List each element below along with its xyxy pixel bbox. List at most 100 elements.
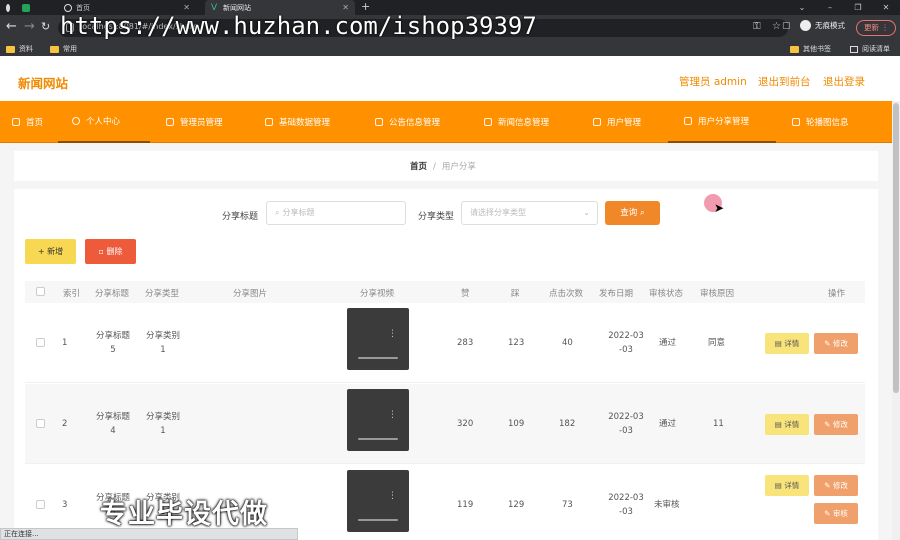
- cell-likes: 119: [457, 500, 474, 510]
- database-icon: [265, 118, 273, 126]
- col-image: 分享图片: [233, 289, 268, 299]
- folder-icon: [6, 45, 15, 53]
- admin-user-link[interactable]: 管理员 admin: [679, 74, 747, 89]
- window-close-icon[interactable]: ✕: [872, 0, 900, 15]
- reload-icon[interactable]: ↻: [41, 19, 50, 35]
- audit-button[interactable]: ✎ 审核: [814, 503, 858, 524]
- delete-button[interactable]: ▫ 删除: [85, 239, 136, 264]
- search-button[interactable]: 查询 ⌕: [605, 201, 660, 225]
- title-filter-label: 分享标题: [222, 212, 259, 222]
- main-nav: 首页 个人中心 管理员管理 基础数据管理 公告信息管理 新闻信息管理 用户管理 …: [0, 101, 892, 143]
- table-header: 索引 分享标题 分享类型 分享图片 分享视频 赞 踩 点击次数 发布日期 审核状…: [25, 281, 865, 303]
- star-icon[interactable]: ☆: [772, 21, 781, 32]
- detail-icon: ▤: [774, 339, 782, 348]
- more-icon[interactable]: ⋮: [388, 411, 397, 420]
- more-icon[interactable]: ⋮: [388, 492, 397, 501]
- close-icon[interactable]: ✕: [183, 3, 190, 12]
- forward-icon[interactable]: →: [24, 19, 35, 35]
- edit-button[interactable]: ✎ 修改: [814, 475, 858, 496]
- breadcrumb-separator: /: [433, 162, 436, 172]
- edit-button[interactable]: ✎ 修改: [814, 333, 858, 354]
- detail-button[interactable]: ▤ 详情: [765, 333, 809, 354]
- cell-index: 3: [62, 500, 68, 510]
- trash-icon: ▫: [98, 247, 104, 256]
- nav-item-user-shares[interactable]: 用户分享管理: [668, 101, 776, 143]
- pinned-tab[interactable]: [16, 0, 46, 15]
- more-icon[interactable]: ⋮: [388, 330, 397, 339]
- scrollbar-thumb[interactable]: [893, 103, 899, 393]
- incognito-label: 无痕模式: [815, 21, 845, 30]
- nav-item-users[interactable]: 用户管理: [593, 101, 641, 143]
- chevron-down-icon[interactable]: ⌄: [788, 0, 816, 15]
- bookmark-folder-ziliao[interactable]: 资料: [6, 44, 33, 54]
- detail-icon: ▤: [774, 420, 782, 429]
- maximize-icon[interactable]: ❐: [844, 0, 872, 15]
- cell-index: 2: [62, 419, 68, 429]
- share-list-panel: 分享标题 ⌕ 分享标题 分享类型 请选择分享类型 ⌄ 查询 ⌕ + 新增 ▫ 删除…: [14, 189, 878, 540]
- browser-menu-icon[interactable]: [0, 0, 14, 15]
- back-icon[interactable]: ←: [6, 19, 17, 35]
- nav-item-basedata[interactable]: 基础数据管理: [265, 101, 330, 143]
- nav-item-profile[interactable]: 个人中心: [58, 101, 150, 143]
- tab-title: 新闻网站: [223, 3, 251, 12]
- col-type: 分享类型: [145, 289, 180, 299]
- nav-label: 用户分享管理: [698, 117, 750, 127]
- add-button[interactable]: + 新增: [25, 239, 76, 264]
- audit-label: 审核: [832, 509, 848, 518]
- close-icon[interactable]: ✕: [342, 3, 349, 12]
- detail-label: 详情: [784, 481, 800, 490]
- bookmark-label: 资料: [19, 45, 33, 53]
- row-checkbox[interactable]: [36, 500, 45, 509]
- col-title: 分享标题: [95, 289, 130, 299]
- nav-item-home[interactable]: 首页: [12, 101, 43, 143]
- nav-item-admins[interactable]: 管理员管理: [166, 101, 223, 143]
- key-icon[interactable]: ⚿: [753, 21, 761, 32]
- bookmark-folder-other[interactable]: 其他书签: [790, 44, 831, 54]
- nav-item-carousel[interactable]: 轮播图信息: [792, 101, 849, 143]
- row-checkbox[interactable]: [36, 419, 45, 428]
- edit-button[interactable]: ✎ 修改: [814, 414, 858, 435]
- bookmark-label: 阅读清单: [862, 45, 890, 53]
- title-search-input[interactable]: ⌕ 分享标题: [266, 201, 406, 225]
- row-checkbox[interactable]: [36, 338, 45, 347]
- page-scrollbar[interactable]: [892, 101, 900, 540]
- reading-list[interactable]: 阅读清单: [850, 44, 890, 54]
- nav-item-news[interactable]: 新闻信息管理: [484, 101, 549, 143]
- bookmark-folder-changyong[interactable]: 常用: [50, 44, 77, 54]
- globe-icon: [64, 3, 72, 12]
- url-watermark: https://www.huzhan.com/ishop39397: [60, 12, 537, 40]
- detail-label: 详情: [784, 339, 800, 348]
- video-thumbnail[interactable]: ⋮: [347, 470, 409, 532]
- breadcrumb-home[interactable]: 首页: [410, 162, 427, 172]
- col-actions: 操作: [828, 289, 846, 299]
- col-video: 分享视频: [360, 289, 395, 299]
- minimize-icon[interactable]: –: [816, 0, 844, 15]
- back-to-front-link[interactable]: 退出到前台: [758, 74, 811, 89]
- update-button[interactable]: 更新 ⋮: [856, 20, 896, 36]
- extensions-icon[interactable]: ▢: [782, 21, 791, 31]
- share-icon: [684, 117, 692, 125]
- detail-button[interactable]: ▤ 详情: [765, 414, 809, 435]
- logout-link[interactable]: 退出登录: [823, 74, 865, 89]
- cell-date: 2022-03 -03: [608, 493, 644, 517]
- select-all-checkbox[interactable]: [36, 287, 45, 296]
- nav-label: 首页: [26, 118, 44, 128]
- detail-button[interactable]: ▤ 详情: [765, 475, 809, 496]
- video-thumbnail[interactable]: ⋮: [347, 389, 409, 451]
- incognito-indicator[interactable]: 无痕模式: [800, 20, 845, 31]
- chevron-down-icon: ⌄: [583, 208, 590, 217]
- nav-item-notices[interactable]: 公告信息管理: [375, 101, 440, 143]
- type-select[interactable]: 请选择分享类型 ⌄: [461, 201, 598, 225]
- video-thumbnail[interactable]: ⋮: [347, 308, 409, 370]
- nav-label: 新闻信息管理: [498, 118, 550, 128]
- video-progress[interactable]: [358, 357, 398, 359]
- type-filter-label: 分享类型: [418, 212, 455, 222]
- video-progress[interactable]: [358, 438, 398, 440]
- bookmark-label: 其他书签: [803, 45, 831, 53]
- title-placeholder: 分享标题: [282, 208, 315, 217]
- update-label: 更新: [864, 23, 879, 32]
- video-progress[interactable]: [358, 519, 398, 521]
- cell-date: 2022-03 -03: [608, 412, 644, 436]
- notice-icon: [375, 118, 383, 126]
- search-label: 查询: [620, 208, 638, 218]
